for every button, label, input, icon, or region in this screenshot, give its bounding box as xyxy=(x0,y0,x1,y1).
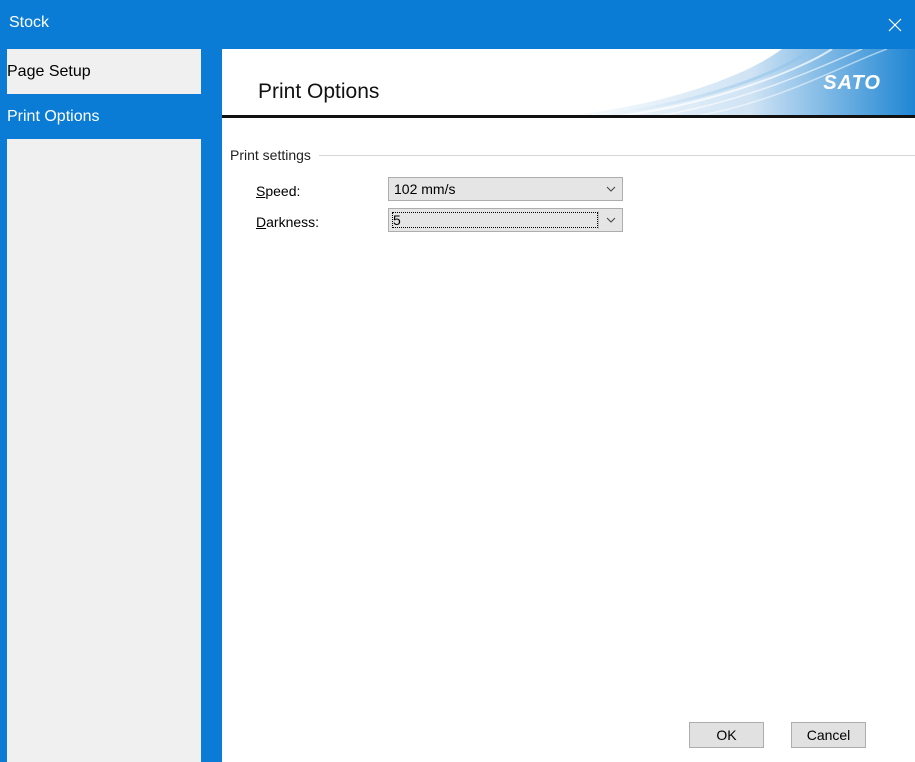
content-pane: Print Options SATO Print settings Speed:… xyxy=(222,49,915,762)
window-left-border xyxy=(0,49,7,762)
ok-button[interactable]: OK xyxy=(689,722,764,748)
speed-dropdown[interactable]: 102 mm/s xyxy=(388,177,623,201)
group-title: Print settings xyxy=(230,147,319,163)
title-bar: Stock xyxy=(0,0,915,49)
sidebar-item-label: Page Setup xyxy=(7,63,91,80)
close-button[interactable] xyxy=(875,0,915,49)
speed-label-rest: peed: xyxy=(265,183,301,199)
darkness-dropdown[interactable]: 5 xyxy=(388,208,623,232)
dropdown-separator xyxy=(598,211,599,229)
focus-rect xyxy=(392,212,598,228)
sidebar-item-label: Print Options xyxy=(7,108,100,125)
header-banner: Print Options SATO xyxy=(222,49,915,117)
sidebar: Page Setup Print Options xyxy=(7,49,201,762)
close-icon xyxy=(888,18,902,31)
sidebar-item-page-setup[interactable]: Page Setup xyxy=(7,49,201,94)
speed-value: 102 mm/s xyxy=(394,181,456,197)
header-rule xyxy=(222,115,915,118)
darkness-value: 5 xyxy=(393,212,401,228)
window-title: Stock xyxy=(9,14,50,31)
chevron-down-icon xyxy=(600,209,622,231)
page-title: Print Options xyxy=(258,80,380,103)
sidebar-divider xyxy=(201,49,222,762)
darkness-label-rest: arkness: xyxy=(266,214,320,230)
group-divider xyxy=(230,155,915,156)
chevron-down-icon xyxy=(600,178,622,200)
speed-label: Speed: xyxy=(256,183,300,199)
sidebar-item-print-options[interactable]: Print Options xyxy=(7,94,201,139)
darkness-label: Darkness: xyxy=(256,214,319,230)
cancel-button[interactable]: Cancel xyxy=(791,722,866,748)
darkness-label-accel: D xyxy=(256,214,267,230)
sato-logo: SATO xyxy=(823,72,881,94)
speed-label-accel: S xyxy=(256,183,266,199)
